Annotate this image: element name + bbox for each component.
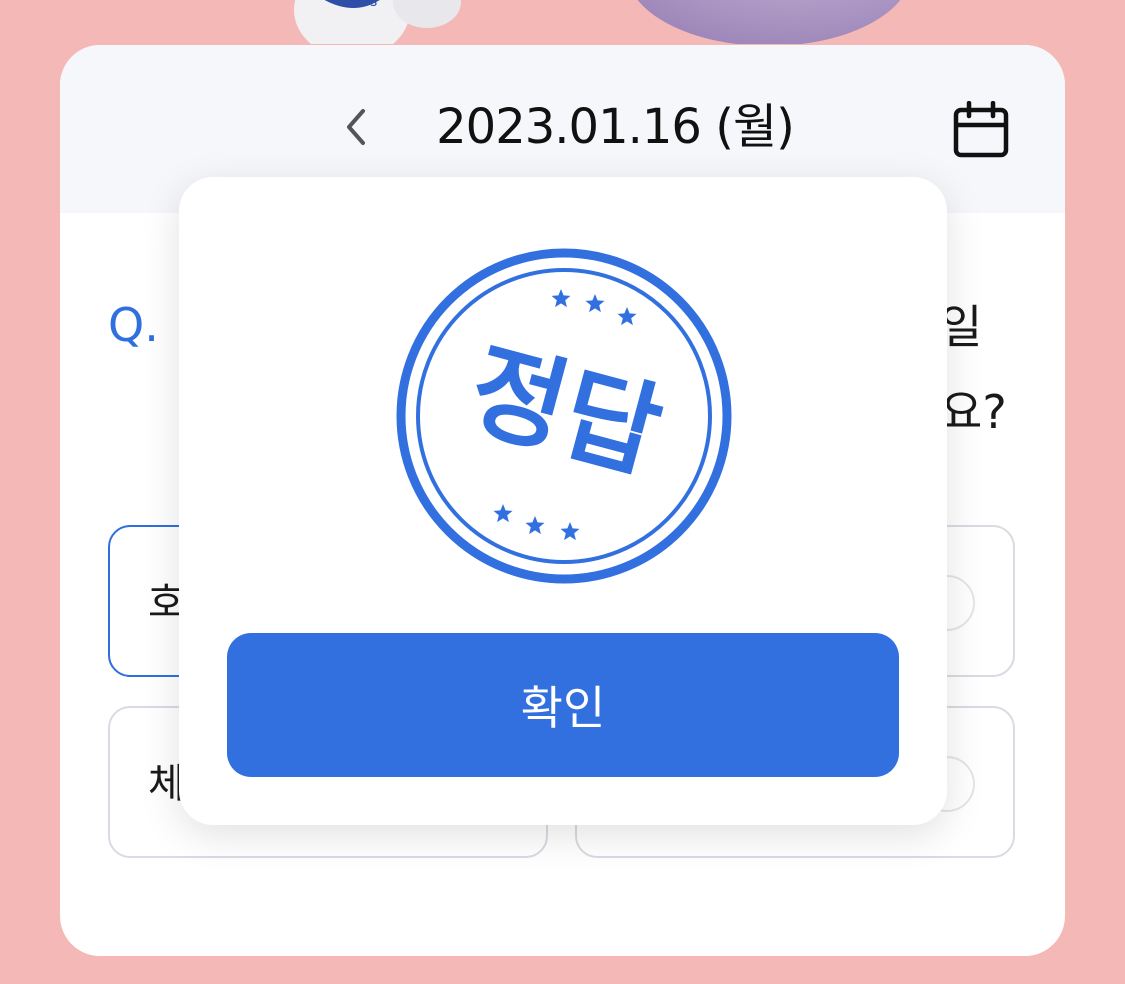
correct-answer-modal: 정답 확인 [179, 177, 947, 825]
mascot-character-left: s [294, 0, 461, 44]
correct-stamp-icon: 정답 [396, 248, 732, 584]
calendar-icon [953, 101, 1009, 158]
confirm-button[interactable]: 확인 [227, 633, 899, 777]
chevron-left-icon [347, 109, 365, 145]
prev-date-button[interactable] [328, 99, 384, 155]
mascot-character-right [637, 0, 901, 44]
question-text-line-2: 요? [940, 385, 1007, 439]
stamp-text: 정답 [457, 327, 673, 494]
date-title: 2023.01.16 (월) [436, 99, 795, 155]
calendar-button[interactable] [946, 97, 1016, 163]
question-prefix: Q. [108, 298, 159, 352]
svg-text:s: s [370, 0, 377, 10]
